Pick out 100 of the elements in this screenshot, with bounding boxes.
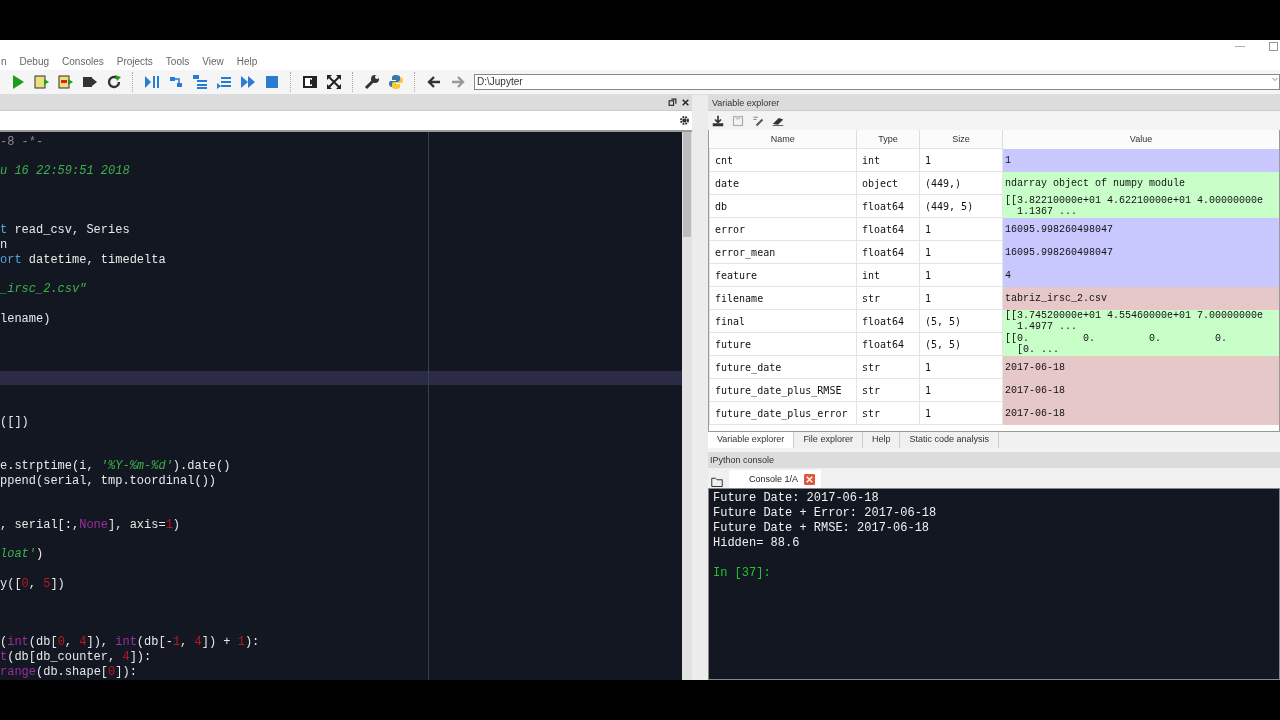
undock-icon[interactable] xyxy=(668,98,677,107)
table-cell: (449,) xyxy=(919,171,1003,195)
close-icon[interactable] xyxy=(681,98,690,107)
code-line: loat') xyxy=(0,547,45,562)
step-return-icon[interactable] xyxy=(216,74,232,90)
menu-item[interactable]: Tools xyxy=(165,55,190,67)
play-pause-icon[interactable] xyxy=(144,74,160,90)
edit-icon[interactable] xyxy=(752,114,764,127)
console-output: Future Date + Error: 2017-06-18 xyxy=(713,506,938,521)
console-output: Future Date + RMSE: 2017-06-18 xyxy=(713,521,931,536)
table-cell: (5, 5) xyxy=(919,309,1003,333)
table-cell: 1 xyxy=(919,286,1003,310)
code-line: t(db[db_counter, 4]): xyxy=(0,650,153,665)
code-line: ([]) xyxy=(0,414,30,430)
table-cell: future_date xyxy=(709,355,857,379)
pane-title: IPython console xyxy=(710,455,775,465)
code-line: e.strptime(i, '%Y-%m-%d').date() xyxy=(0,458,232,474)
table-cell: error xyxy=(709,217,857,241)
table-cell: float64 xyxy=(856,194,920,218)
table-cell: 1 xyxy=(919,217,1003,241)
fast-forward-icon[interactable] xyxy=(240,74,256,90)
maximize-pane-icon[interactable] xyxy=(302,74,318,90)
step-into-icon[interactable] xyxy=(192,74,208,90)
table-cell: float64 xyxy=(856,217,920,241)
menu-item[interactable]: Help xyxy=(236,55,258,67)
menu-item[interactable]: n xyxy=(1,55,7,67)
table-cell: 1 xyxy=(919,401,1003,425)
table-cell: float64 xyxy=(856,332,920,356)
table-cell: [[3.74520000e+01 4.55460000e+01 7.00000000e 1.4977 ... xyxy=(1002,309,1279,333)
table-cell: str xyxy=(856,286,920,310)
pane-tab[interactable]: Help xyxy=(862,432,901,448)
python-icon[interactable] xyxy=(388,74,404,90)
pane-tab[interactable]: File explorer xyxy=(794,432,863,448)
code-line: ppend(serial, tmp.toordinal()) xyxy=(0,473,218,489)
column-header[interactable]: Size xyxy=(919,130,1003,149)
table-cell: str xyxy=(856,401,920,425)
run-cell-icon[interactable] xyxy=(34,74,50,90)
table-cell: [[3.82210000e+01 4.62210000e+01 4.00000000e 1.1367 ... xyxy=(1002,194,1279,218)
code-line: y([0, 5]) xyxy=(0,576,66,592)
console-output: Future Date: 2017-06-18 xyxy=(713,491,880,506)
wrench-icon[interactable] xyxy=(364,74,380,90)
table-cell: int xyxy=(856,263,920,287)
table-cell: 2017-06-18 xyxy=(1002,401,1279,425)
table-cell: filename xyxy=(709,286,857,310)
console-prompt: In [37]: xyxy=(713,566,772,581)
table-cell: 1 xyxy=(1002,148,1279,172)
maximize-button[interactable] xyxy=(1269,41,1278,51)
menu-item[interactable]: Debug xyxy=(19,55,50,67)
table-cell: str xyxy=(856,355,920,379)
menu-item[interactable]: Consoles xyxy=(62,55,104,67)
table-cell: (5, 5) xyxy=(919,332,1003,356)
pane-tab[interactable]: Static code analysis xyxy=(900,432,999,448)
table-cell: 4 xyxy=(1002,263,1279,287)
table-cell: 1 xyxy=(919,240,1003,264)
pane-title: Variable explorer xyxy=(712,97,780,108)
fullscreen-icon[interactable] xyxy=(326,74,342,90)
back-arrow-icon[interactable] xyxy=(426,74,442,90)
path-field[interactable]: D:\Jupyter xyxy=(474,74,1280,90)
table-cell: 2017-06-18 xyxy=(1002,378,1279,402)
folder-icon[interactable] xyxy=(711,476,723,488)
run-cell-advance-icon[interactable] xyxy=(58,74,74,90)
table-cell: 1 xyxy=(919,378,1003,402)
run-icon[interactable] xyxy=(10,74,26,90)
stop-icon[interactable] xyxy=(264,74,280,90)
table-cell: int xyxy=(856,148,920,172)
console-output: Hidden= 88.6 xyxy=(713,536,801,551)
table-cell: final xyxy=(709,309,857,333)
table-cell: 1 xyxy=(919,148,1003,172)
forward-arrow-icon[interactable] xyxy=(450,74,466,90)
table-cell: 1 xyxy=(919,263,1003,287)
code-line: n xyxy=(0,238,9,253)
pane-tab[interactable]: Variable explorer xyxy=(708,432,795,448)
table-cell: date xyxy=(709,171,857,195)
table-cell: tabriz_irsc_2.csv xyxy=(1002,286,1279,310)
table-cell: 16095.998260498047 xyxy=(1002,217,1279,241)
import-icon[interactable] xyxy=(712,114,724,127)
menu-item[interactable]: View xyxy=(202,55,224,67)
table-cell: (449, 5) xyxy=(919,194,1003,218)
table-cell: object xyxy=(856,171,920,195)
column-header[interactable]: Value xyxy=(1002,130,1279,149)
settings-icon[interactable] xyxy=(679,115,690,126)
table-cell: float64 xyxy=(856,240,920,264)
table-cell: 2017-06-18 xyxy=(1002,355,1279,379)
column-header[interactable]: Name xyxy=(709,130,857,149)
code-line: ort datetime, timedelta xyxy=(0,252,167,268)
column-header[interactable]: Type xyxy=(856,130,920,149)
rerun-icon[interactable] xyxy=(106,74,122,90)
code-line: -8 -*- xyxy=(0,135,45,150)
code-line: range(db.shape[0]): xyxy=(0,664,138,680)
code-line: , serial[:,None], axis=1) xyxy=(0,517,182,533)
table-cell: ndarray object of numpy module xyxy=(1002,171,1279,195)
console-tab[interactable]: Console 1/A xyxy=(729,470,822,488)
table-cell: cnt xyxy=(709,148,857,172)
table-cell: 1 xyxy=(919,355,1003,379)
menu-item[interactable]: Projects xyxy=(116,55,153,67)
table-cell: 16095.998260498047 xyxy=(1002,240,1279,264)
run-selection-icon[interactable] xyxy=(82,74,98,90)
step-icon[interactable] xyxy=(168,74,184,90)
code-line: lename) xyxy=(0,311,52,327)
table-cell: [[0. 0. 0. 0. [0. ... xyxy=(1002,332,1279,356)
